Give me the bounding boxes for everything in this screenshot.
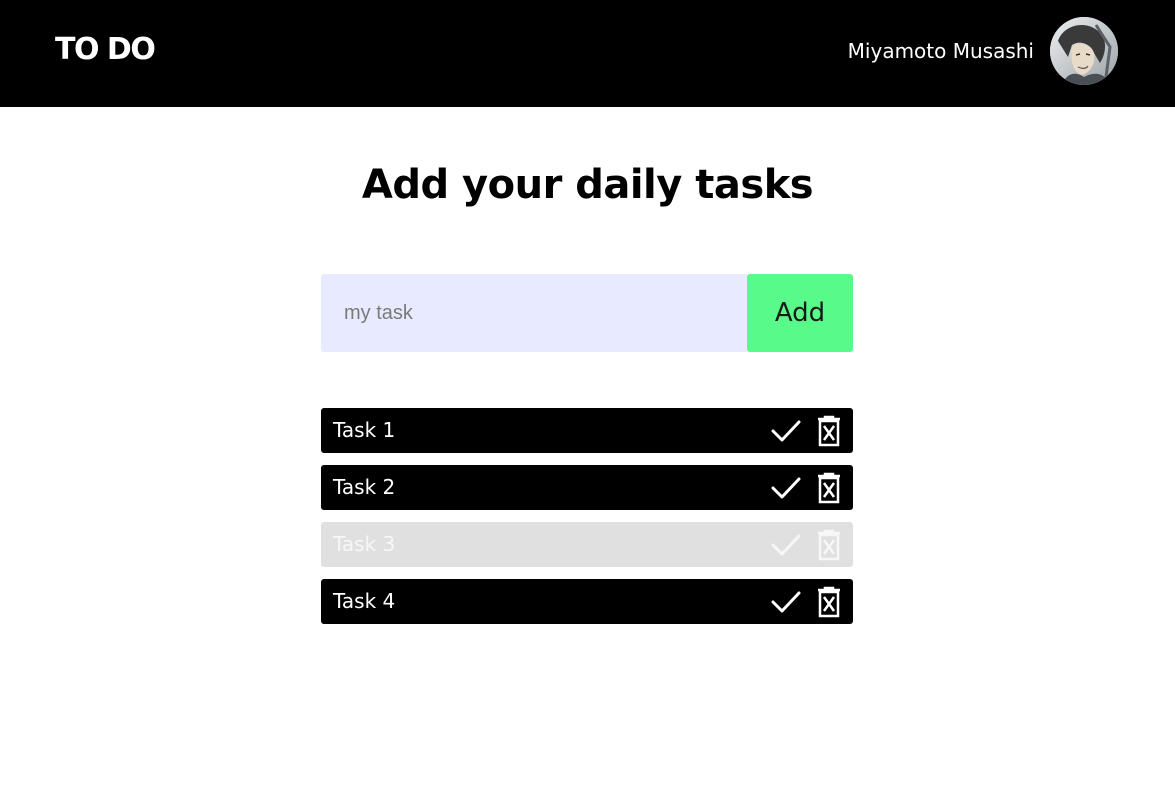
trash-x-icon: [818, 415, 840, 446]
task-actions: [770, 414, 843, 448]
trash-x-icon: [818, 472, 840, 503]
trash-x-icon: [818, 586, 840, 617]
task-item: Task 1: [321, 408, 853, 453]
add-task-form: Add: [321, 274, 853, 352]
task-actions: [770, 528, 843, 562]
app-logo: TO DO: [55, 32, 156, 67]
check-icon: [771, 477, 801, 498]
page-title: Add your daily tasks: [361, 162, 814, 208]
task-label: Task 1: [333, 418, 396, 442]
task-list: Task 1 Task 2 Task 3 Task 4: [321, 408, 853, 636]
task-input[interactable]: [321, 274, 747, 352]
check-icon: [771, 591, 801, 612]
complete-task-button[interactable]: [770, 415, 802, 447]
complete-task-button[interactable]: [770, 472, 802, 504]
task-actions: [770, 585, 843, 619]
task-label: Task 2: [333, 475, 396, 499]
task-item: Task 4: [321, 579, 853, 624]
delete-task-button[interactable]: [815, 471, 843, 505]
task-item: Task 2: [321, 465, 853, 510]
user-name: Miyamoto Musashi: [847, 39, 1034, 63]
delete-task-button[interactable]: [815, 585, 843, 619]
check-icon: [771, 534, 801, 555]
trash-x-icon: [818, 529, 840, 560]
delete-task-button[interactable]: [815, 414, 843, 448]
task-label: Task 3: [333, 532, 396, 556]
add-button[interactable]: Add: [747, 274, 853, 352]
task-actions: [770, 471, 843, 505]
task-label: Task 4: [333, 589, 396, 613]
delete-task-button[interactable]: [815, 528, 843, 562]
check-icon: [771, 420, 801, 441]
user-profile[interactable]: Miyamoto Musashi: [848, 17, 1118, 85]
avatar[interactable]: [1050, 17, 1118, 85]
complete-task-button[interactable]: [770, 586, 802, 618]
avatar-image-icon: [1050, 17, 1118, 85]
complete-task-button[interactable]: [770, 529, 802, 561]
task-item: Task 3: [321, 522, 853, 567]
app-header: TO DO Miyamoto Musashi: [0, 0, 1175, 107]
